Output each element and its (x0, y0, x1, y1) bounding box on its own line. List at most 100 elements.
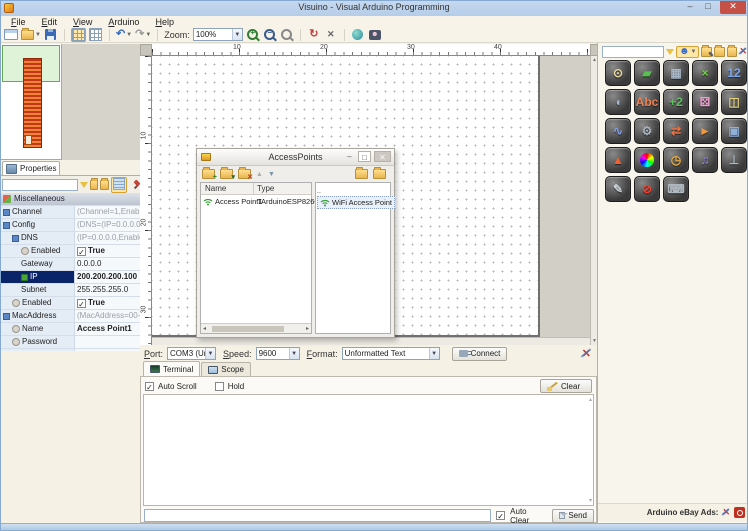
toolbox-connections-icon[interactable]: × (692, 60, 718, 86)
toolbox-motors-icon[interactable]: ► (692, 118, 718, 144)
property-row-password[interactable]: Password (0, 336, 140, 349)
toolbox-mouse-icon[interactable]: ◖ (605, 89, 631, 115)
property-value[interactable]: ✓True (75, 297, 140, 309)
toolbox-converters-icon[interactable]: ⇄ (663, 118, 689, 144)
tab-terminal[interactable]: Terminal (143, 361, 200, 376)
connect-button[interactable]: Connect (452, 347, 508, 361)
tab-properties[interactable]: Properties (2, 161, 60, 175)
scrollbar-thumb[interactable] (212, 326, 284, 332)
property-value[interactable] (75, 336, 140, 348)
property-value[interactable]: (MacAddress=00-00-0... (75, 310, 140, 322)
property-header-miscellaneous[interactable]: Miscellaneous (0, 193, 140, 206)
auto-clear-checkbox[interactable]: ✓ (496, 511, 505, 520)
palette-item-wifi-access-point[interactable]: WiFi Access Point (317, 196, 395, 209)
delete-item-icon[interactable]: ✕ (238, 169, 251, 179)
property-row-enabled[interactable]: Enabled✓True (0, 297, 140, 310)
toolbox-mechanical-icon[interactable]: ⚙ (634, 118, 660, 144)
toolbox-math-icon[interactable]: +2 (663, 89, 689, 115)
menu-item-help[interactable]: Help (148, 17, 181, 27)
speed-select[interactable]: 9600▼ (256, 347, 300, 360)
zoom-in-button[interactable]: + (246, 28, 260, 42)
menu-item-file[interactable]: File (4, 17, 33, 27)
toolbox-digital-icon[interactable]: 12 (721, 60, 747, 86)
property-row-gateway[interactable]: Gateway0.0.0.0 (0, 258, 140, 271)
property-value[interactable]: 255.255.255.0 (75, 284, 140, 296)
toolbox-power-icon[interactable]: ⊘ (634, 176, 660, 202)
property-row-name[interactable]: NameAccess Point1 (0, 323, 140, 336)
view-list-button[interactable] (111, 177, 127, 193)
undo-button[interactable]: ↶▼ (116, 28, 132, 42)
toolbox-time-icon[interactable]: ◷ (663, 147, 689, 173)
column-type[interactable]: Type (257, 184, 274, 193)
collapse-all-icon[interactable] (100, 180, 108, 190)
property-value[interactable]: (IP=0.0.0.0,Enable... (75, 232, 140, 244)
property-name[interactable]: Gateway (0, 258, 75, 270)
property-row-config[interactable]: Config(DNS=(IP=0.0.0.0,En... (0, 219, 140, 232)
property-value[interactable]: Access Point1 (75, 323, 140, 335)
tab-scope[interactable]: Scope (201, 362, 251, 376)
web-button[interactable] (351, 28, 365, 42)
property-name[interactable]: Password (0, 336, 75, 348)
property-name[interactable]: SSID (0, 349, 75, 351)
property-name[interactable]: Enabled (0, 245, 75, 257)
format-select[interactable]: Unformatted Text▼ (342, 347, 440, 360)
property-name[interactable]: Enabled (0, 297, 75, 309)
open-project-button[interactable]: ▼ (21, 28, 41, 42)
property-row-ssid[interactable]: SSIDSmartCar1 (0, 349, 140, 351)
ads-settings-icon[interactable]: ✕ (722, 507, 730, 518)
property-value[interactable]: 200.200.200.100 (75, 271, 140, 283)
zoom-out-button[interactable]: − (263, 28, 277, 42)
toolbox-logging-icon[interactable]: ✎ (605, 176, 631, 202)
property-row-subnet[interactable]: Subnet255.255.255.0 (0, 284, 140, 297)
refresh-button[interactable]: ↻ (307, 28, 321, 42)
dialog-title-bar[interactable]: AccessPoints – □ ✕ (197, 149, 394, 166)
stop-ads-icon[interactable] (734, 507, 745, 518)
toolbox-colors-icon[interactable] (634, 147, 660, 173)
property-name[interactable]: Name (0, 323, 75, 335)
value-checkbox[interactable]: ✓ (77, 247, 86, 256)
property-name[interactable]: IP (0, 271, 75, 283)
zoom-select[interactable]: 100%▼ (193, 28, 243, 41)
pin-icon[interactable] (133, 180, 138, 189)
toolbox-magnifier-icon[interactable]: ⊙ (605, 60, 631, 86)
dialog-minimize-button[interactable]: – (343, 151, 356, 162)
canvas-horizontal-scrollbar[interactable] (152, 337, 590, 345)
column-name[interactable]: Name (205, 184, 226, 193)
save-button[interactable] (44, 28, 58, 42)
close-button[interactable]: ✕ (720, 0, 746, 14)
community-button[interactable]: ☻ (368, 28, 382, 42)
property-name[interactable]: Config (0, 219, 75, 231)
scroll-left-icon[interactable]: ◂ (203, 325, 206, 332)
layout-toggle-button[interactable] (71, 28, 86, 42)
toolbox-charts-icon[interactable]: ▲ (605, 147, 631, 173)
toolbox-measurement-icon[interactable]: ◫ (721, 89, 747, 115)
property-value[interactable]: (Channel=1,Enabled=... (75, 206, 140, 218)
move-down-icon[interactable]: ▼ (268, 171, 275, 178)
hold-checkbox[interactable] (215, 382, 224, 391)
toolbox-sound-icon[interactable]: ♫ (692, 147, 718, 173)
property-name[interactable]: MacAddress (0, 310, 75, 322)
expand-categories-icon[interactable] (355, 169, 368, 179)
redo-button[interactable]: ↷▼ (135, 28, 151, 42)
property-name[interactable]: Channel (0, 206, 75, 218)
insert-item-icon[interactable]: ▾ (220, 169, 233, 179)
value-checkbox[interactable]: ✓ (77, 299, 86, 308)
send-button[interactable]: Send (552, 509, 594, 523)
scroll-up-icon[interactable]: ▴ (589, 396, 592, 403)
property-value[interactable]: SmartCar1 (75, 349, 140, 351)
properties-filter-input[interactable] (2, 179, 78, 191)
column-divider[interactable] (253, 183, 254, 195)
menu-item-edit[interactable]: Edit (35, 17, 65, 27)
toolbox-computers-icon[interactable]: ▣ (721, 118, 747, 144)
dialog-close-button[interactable]: ✕ (374, 151, 391, 162)
zoom-reset-button[interactable] (280, 28, 294, 42)
menu-item-view[interactable]: View (66, 17, 99, 27)
menu-item-arduino[interactable]: Arduino (101, 17, 146, 27)
port-select[interactable]: COM3 (Unav▼ (167, 347, 216, 360)
property-value[interactable]: 0.0.0.0 (75, 258, 140, 270)
auto-scroll-checkbox[interactable]: ✓ (145, 382, 154, 391)
expand-all-icon[interactable] (90, 180, 98, 190)
list-item-access-point[interactable]: Access Point1 TArduinoESP8266WiF (201, 195, 311, 208)
minimize-button[interactable]: – (682, 0, 698, 14)
terminal-output[interactable]: ▴ ▾ (143, 394, 594, 506)
